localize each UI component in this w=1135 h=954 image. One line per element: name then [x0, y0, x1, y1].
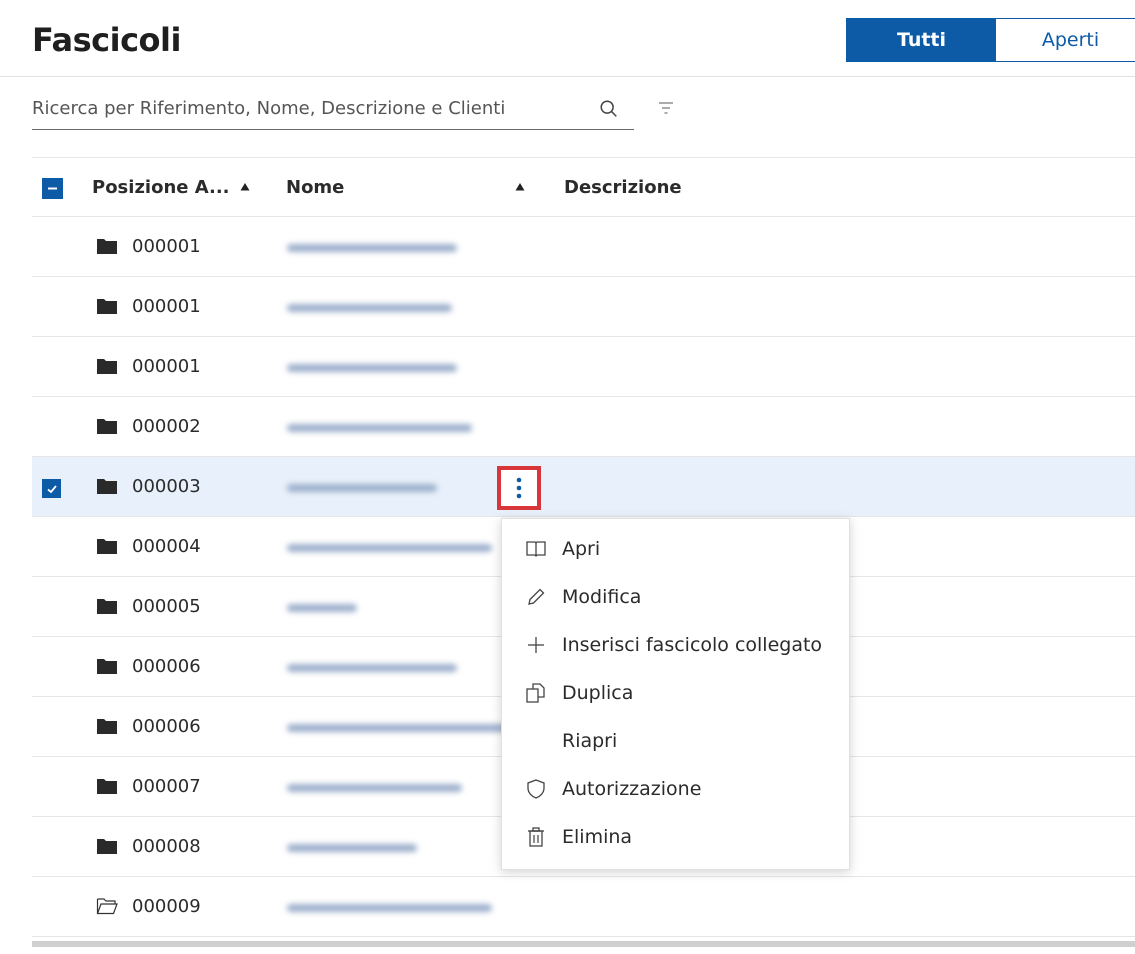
folder-open-icon	[96, 897, 118, 915]
tab-aperti[interactable]: Aperti	[996, 19, 1135, 61]
row-position-code: 000001	[132, 356, 201, 377]
indeterminate-icon	[48, 187, 57, 190]
menu-item-inserisci-fascicolo-collegato[interactable]: Inserisci fascicolo collegato	[502, 621, 849, 669]
row-name-redacted	[287, 784, 462, 792]
sort-asc-icon[interactable]	[515, 182, 525, 192]
row-position-code: 000009	[132, 896, 201, 917]
duplicate-icon	[524, 681, 548, 705]
filter-segmented-control: Tutti Aperti	[846, 18, 1135, 62]
row-position-code: 000002	[132, 416, 201, 437]
search-icon[interactable]	[598, 98, 620, 120]
folder-icon	[96, 657, 118, 675]
more-vertical-icon	[516, 477, 522, 499]
menu-item-label: Duplica	[562, 682, 634, 704]
book-icon	[524, 537, 548, 561]
menu-item-label: Elimina	[562, 826, 633, 848]
table-row[interactable]: 000002	[32, 397, 1135, 457]
sort-asc-icon[interactable]	[240, 182, 250, 192]
table-row[interactable]: 000003	[32, 457, 1135, 517]
folder-icon	[96, 357, 118, 375]
table-row[interactable]: 000001	[32, 217, 1135, 277]
pencil-icon	[524, 585, 548, 609]
folder-icon	[96, 417, 118, 435]
row-position-code: 000004	[132, 536, 201, 557]
row-context-menu: Apri Modifica Inserisci fascicolo colleg…	[501, 518, 850, 870]
row-checkbox[interactable]	[42, 479, 61, 498]
row-name-redacted	[287, 244, 457, 252]
menu-item-label: Apri	[562, 538, 601, 560]
row-actions-button[interactable]	[497, 466, 541, 510]
row-name-redacted	[287, 544, 492, 552]
row-name-redacted	[287, 664, 457, 672]
menu-item-apri[interactable]: Apri	[502, 525, 849, 573]
row-position-code: 000007	[132, 776, 201, 797]
row-name-redacted	[287, 304, 452, 312]
row-position-code: 000006	[132, 716, 201, 737]
folder-icon	[96, 297, 118, 315]
shield-icon	[524, 777, 548, 801]
row-name-redacted	[287, 484, 437, 492]
header-name[interactable]: Nome	[286, 158, 344, 218]
page-title: Fascicoli	[32, 21, 181, 59]
row-name-redacted	[287, 844, 417, 852]
plus-icon	[524, 633, 548, 657]
header-position[interactable]: Posizione A...	[92, 158, 230, 218]
table-row[interactable]: 000001	[32, 277, 1135, 337]
header-description[interactable]: Descrizione	[564, 158, 682, 218]
menu-item-duplica[interactable]: Duplica	[502, 669, 849, 717]
menu-item-modifica[interactable]: Modifica	[502, 573, 849, 621]
menu-item-autorizzazione[interactable]: Autorizzazione	[502, 765, 849, 813]
trash-icon	[524, 825, 548, 849]
menu-item-riapri[interactable]: Riapri	[502, 717, 849, 765]
table-header-row: Posizione A... Nome Descrizione	[32, 157, 1135, 217]
row-name-redacted	[287, 424, 472, 432]
select-all-checkbox[interactable]	[42, 178, 63, 199]
row-position-code: 000008	[132, 836, 201, 857]
menu-item-label: Riapri	[562, 730, 618, 752]
row-name-redacted	[287, 364, 457, 372]
folder-icon	[96, 477, 118, 495]
row-position-code: 000003	[132, 476, 201, 497]
tab-tutti[interactable]: Tutti	[847, 19, 996, 61]
row-name-redacted	[287, 724, 512, 732]
row-name-redacted	[287, 604, 357, 612]
horizontal-scrollbar[interactable]	[32, 941, 1135, 947]
row-position-code: 000006	[132, 656, 201, 677]
menu-item-elimina[interactable]: Elimina	[502, 813, 849, 861]
folder-icon	[96, 717, 118, 735]
filter-icon[interactable]	[656, 98, 676, 118]
folder-icon	[96, 537, 118, 555]
header-divider	[0, 76, 1135, 77]
row-position-code: 000001	[132, 236, 201, 257]
row-position-code: 000001	[132, 296, 201, 317]
table-row[interactable]: 000009	[32, 877, 1135, 937]
folder-icon	[96, 777, 118, 795]
folder-icon	[96, 597, 118, 615]
row-name-redacted	[287, 904, 492, 912]
check-icon	[46, 484, 57, 493]
search-box	[32, 92, 634, 130]
table-row[interactable]: 000001	[32, 337, 1135, 397]
menu-item-label: Modifica	[562, 586, 642, 608]
menu-item-label: Autorizzazione	[562, 778, 702, 800]
search-input[interactable]	[32, 92, 572, 124]
folder-icon	[96, 837, 118, 855]
folder-icon	[96, 237, 118, 255]
row-position-code: 000005	[132, 596, 201, 617]
menu-item-label: Inserisci fascicolo collegato	[562, 634, 823, 656]
